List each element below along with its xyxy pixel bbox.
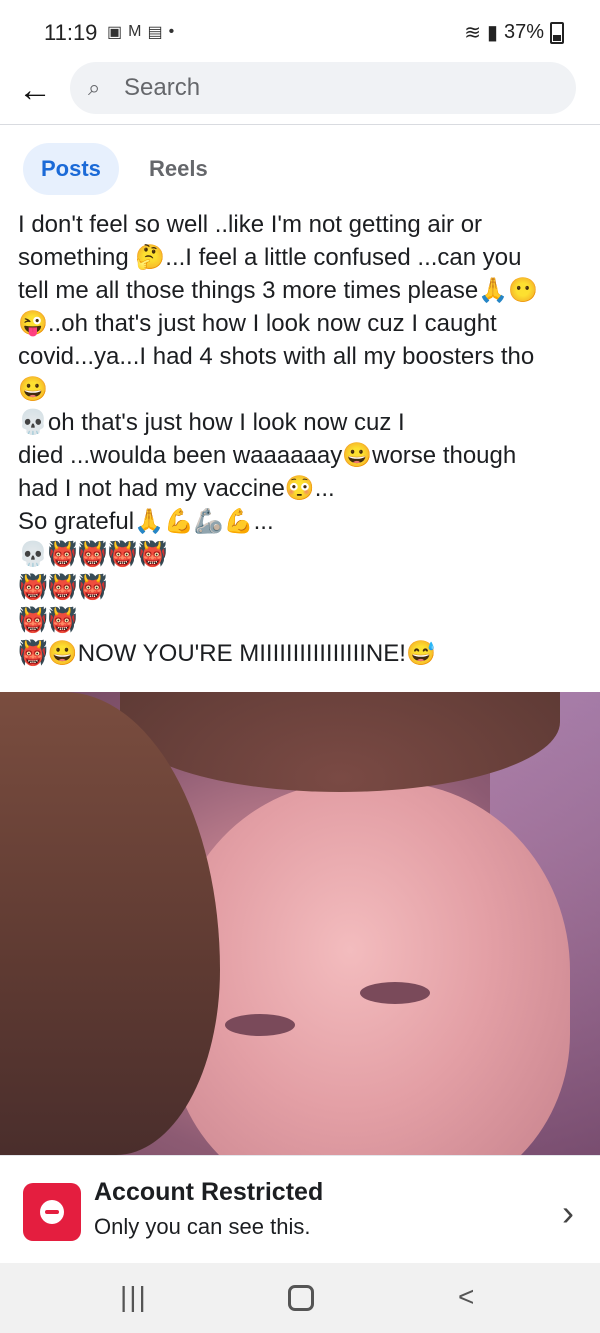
profile-tabs: Posts Reels bbox=[0, 140, 600, 200]
search-input[interactable]: ⌕ Search bbox=[70, 62, 576, 114]
photo-eye bbox=[225, 1014, 295, 1036]
post-line: had I not had my vaccine😳... bbox=[18, 475, 335, 502]
post-line: 💀👹👹👹👹 bbox=[18, 541, 168, 568]
status-time: 11:19 bbox=[44, 20, 98, 45]
post-line: 👹👹👹 bbox=[18, 574, 108, 601]
post-line: So grateful🙏💪🦾💪... bbox=[18, 508, 274, 535]
messages-icon: ▤ bbox=[147, 24, 163, 41]
restriction-banner[interactable]: Account Restricted Only you can see this… bbox=[0, 1155, 600, 1264]
photo-eye bbox=[360, 982, 430, 1004]
image-icon: ▣ bbox=[107, 24, 123, 41]
back-arrow-icon[interactable]: ← bbox=[18, 70, 58, 110]
search-icon: ⌕ bbox=[88, 75, 101, 100]
header-divider bbox=[0, 124, 600, 125]
post-line: 😜..oh that's just how I look now cuz I c… bbox=[18, 310, 497, 337]
gmail-icon: M bbox=[128, 23, 142, 40]
dot-icon: • bbox=[168, 23, 175, 40]
system-nav-bar: ||| < bbox=[0, 1263, 600, 1333]
wifi-icon: ≋ bbox=[464, 22, 481, 44]
recent-apps-button[interactable]: ||| bbox=[120, 1281, 148, 1313]
post-photo[interactable] bbox=[0, 692, 600, 1155]
status-right: ≋ ▮ 37% bbox=[464, 20, 564, 45]
tab-posts[interactable]: Posts bbox=[23, 143, 119, 195]
post-line: something 🤔...I feel a little confused .… bbox=[18, 244, 522, 271]
notification-icons: ▣ M ▤ • bbox=[107, 22, 174, 42]
post-line: tell me all those things 3 more times pl… bbox=[18, 277, 538, 304]
tab-reels[interactable]: Reels bbox=[131, 143, 226, 195]
banner-title: Account Restricted bbox=[94, 1178, 324, 1206]
header: ← ⌕ Search bbox=[0, 62, 600, 124]
banner-subtitle: Only you can see this. bbox=[94, 1214, 311, 1239]
post-line: I don't feel so well ..like I'm not gett… bbox=[18, 211, 483, 238]
chevron-right-icon[interactable]: › bbox=[562, 1192, 574, 1234]
photo-face bbox=[170, 782, 570, 1155]
search-placeholder: Search bbox=[124, 74, 201, 101]
home-button[interactable] bbox=[288, 1285, 314, 1311]
back-button[interactable]: < bbox=[458, 1281, 474, 1313]
post-line: 😀 bbox=[18, 376, 48, 403]
post-line: 👹👹 bbox=[18, 607, 78, 634]
post-line: 💀oh that's just how I look now cuz I bbox=[18, 409, 405, 436]
post-text: I don't feel so well ..like I'm not gett… bbox=[18, 208, 588, 670]
post-line: covid...ya...I had 4 shots with all my b… bbox=[18, 343, 535, 370]
battery-icon bbox=[550, 21, 564, 44]
post-line: died ...woulda been waaaaaay😀worse thoug… bbox=[18, 442, 517, 469]
signal-icon: ▮ bbox=[486, 22, 498, 44]
battery-percent: 37% bbox=[503, 21, 544, 43]
restricted-icon bbox=[23, 1183, 81, 1241]
status-bar: 11:19 ▣ M ▤ • ≋ ▮ 37% bbox=[0, 0, 600, 64]
post-line: 👹😀NOW YOU'RE MIIIIIIIIIIIIIIIINE!😅 bbox=[18, 640, 436, 667]
